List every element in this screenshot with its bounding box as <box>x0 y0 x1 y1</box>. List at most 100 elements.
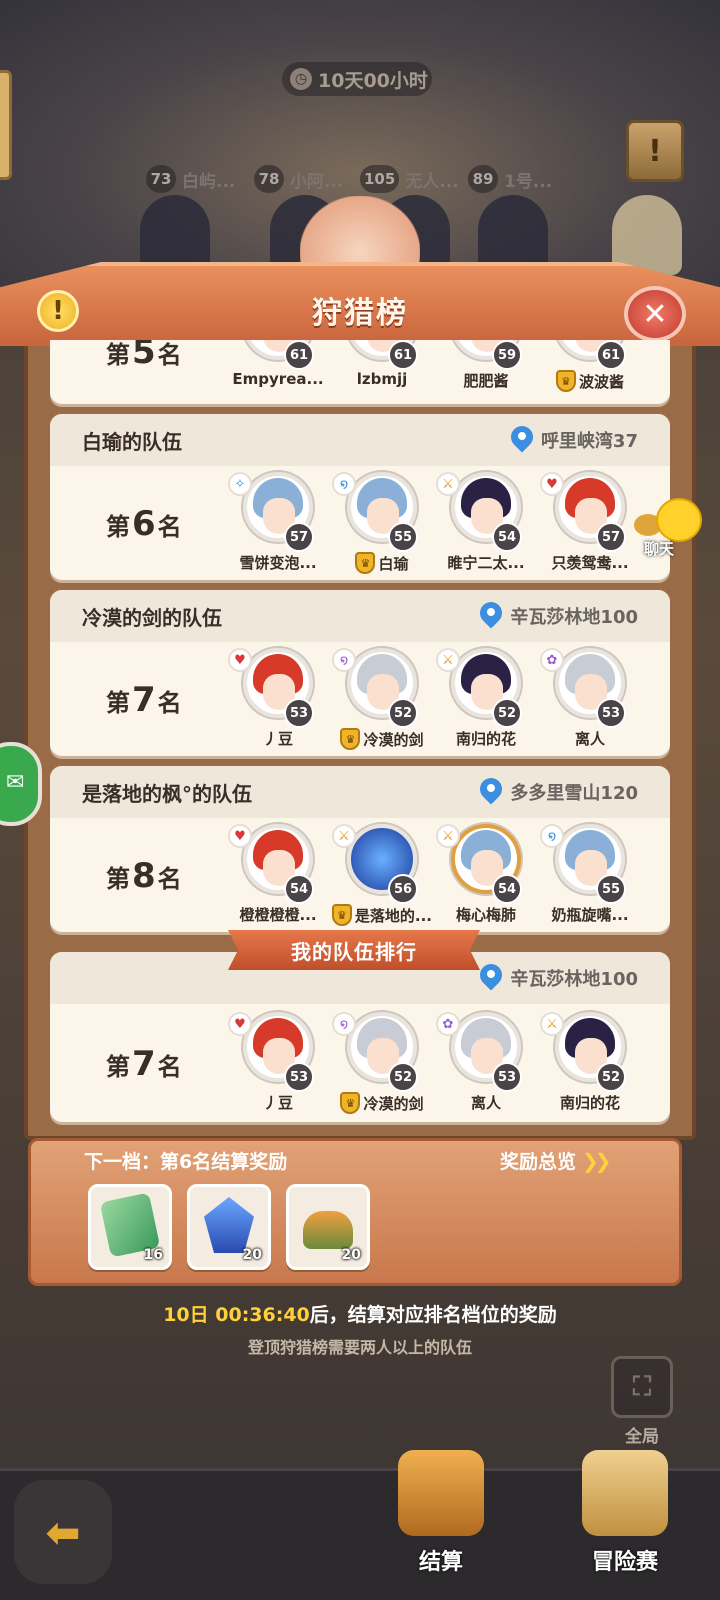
chest-icon <box>398 1450 484 1536</box>
team-member[interactable]: ✿ 53 离人 <box>436 1012 536 1113</box>
member-name-text: 是落地的... <box>354 906 432 925</box>
class-icon: ♥ <box>540 472 564 496</box>
class-icon: ⚔ <box>436 472 460 496</box>
level-badge: 57 <box>596 522 626 552</box>
close-button[interactable]: ✕ <box>624 286 686 342</box>
level-badge: 61 <box>596 340 626 370</box>
rank-label: 第8名 <box>106 856 182 896</box>
member-name: ♛ 波波酱 <box>540 370 640 392</box>
team-member[interactable]: ♥ 57 只羡鸳鸯... <box>540 472 640 573</box>
close-icon: ✕ <box>642 296 668 332</box>
team-member[interactable]: ⚔ 52 南归的花 <box>540 1012 640 1113</box>
adventure-race-tab[interactable]: 冒险赛 <box>560 1450 690 1590</box>
member-name-text: 只羡鸳鸯... <box>551 554 629 572</box>
level-badge: 53 <box>284 1062 314 1092</box>
item-quantity: 20 <box>341 1247 361 1263</box>
settlement-time: 10日 00:36:40 <box>163 1304 310 1326</box>
back-button[interactable]: ⬅ <box>14 1480 112 1584</box>
rank-label: 第5名 <box>106 340 182 372</box>
team-card[interactable]: 是落地的枫°的队伍 多多里雪山120 第8名 ♥ 54 橙橙橙橙... ⚔ 56… <box>50 766 670 932</box>
team-card[interactable]: 白瑜的队伍 呼里峡湾37 第6名 ✧ 57 雪饼变泡... ໑ 55 ♛ 白瑜 ⚔… <box>50 414 670 580</box>
member-name: 奶瓶旋嘴... <box>540 904 640 925</box>
team-leader-icon: ♛ <box>555 370 576 392</box>
class-icon: ✿ <box>540 648 564 672</box>
rank-label: 第7名 <box>106 680 182 720</box>
level-badge: 52 <box>596 1062 626 1092</box>
team-member[interactable]: 61 lzbmjj <box>332 340 432 388</box>
location-text: 呼里峡湾37 <box>540 431 638 452</box>
rank-suffix: 名 <box>157 689 182 717</box>
member-name-text: 离人 <box>574 730 605 748</box>
left-side-tab[interactable] <box>0 70 12 180</box>
team-member[interactable]: ♥ 54 橙橙橙橙... <box>228 824 328 925</box>
reward-item[interactable]: 20 <box>286 1184 370 1270</box>
global-view-button[interactable]: ⛶ 全局 <box>608 1356 676 1447</box>
wechat-icon: ✉ <box>6 770 25 795</box>
my-team-card[interactable]: 辛瓦莎林地100 第7名 ♥ 53 丿豆 ໑ 52 ♛ 冷漠的剑 ✿ 53 离人 … <box>50 952 670 1122</box>
team-member[interactable]: ໑ 55 ♛ 白瑜 <box>332 472 432 574</box>
team-member[interactable]: ໑ 52 ♛ 冷漠的剑 <box>332 1012 432 1114</box>
member-name: ♛ 是落地的... <box>332 904 432 926</box>
team-name: 是落地的枫°的队伍 <box>82 781 252 806</box>
team-member[interactable]: ⚔ 54 梅心梅肺 <box>436 824 536 925</box>
level-badge: 53 <box>492 1062 522 1092</box>
team-member[interactable]: ⚔ 56 ♛ 是落地的... <box>332 824 432 926</box>
ranking-list[interactable]: 第5名 61 Empyrea... 61 lzbmjj 59 肥肥酱 61 ♛ 波… <box>50 340 670 940</box>
member-name: ♛ 白瑜 <box>332 552 432 574</box>
global-label: 全局 <box>625 1427 659 1447</box>
wechat-button[interactable]: ✉ <box>0 742 42 826</box>
team-leader-icon: ♛ <box>355 552 376 574</box>
clock-icon: ◷ <box>290 68 312 90</box>
item-quantity: 20 <box>242 1247 262 1263</box>
class-icon: ⚔ <box>436 824 460 848</box>
member-name: lzbmjj <box>332 370 432 388</box>
member-name: 只羡鸳鸯... <box>540 552 640 573</box>
team-leader-icon: ♛ <box>340 728 361 750</box>
team-member[interactable]: ✿ 53 离人 <box>540 648 640 749</box>
exclamation-icon: ! <box>52 296 64 326</box>
team-member[interactable]: ♥ 53 丿豆 <box>228 1012 328 1113</box>
settlement-text: 后，结算对应排名档位的奖励 <box>309 1304 557 1326</box>
quest-scroll-button[interactable]: ! <box>626 120 684 182</box>
team-card[interactable]: 冷漠的剑的队伍 辛瓦莎林地100 第7名 ♥ 53 丿豆 ໑ 52 ♛ 冷漠的剑 … <box>50 590 670 756</box>
level-badge: 61 <box>388 340 418 370</box>
settle-tab[interactable]: 结算 <box>376 1450 506 1590</box>
team-member[interactable]: ໑ 52 ♛ 冷漠的剑 <box>332 648 432 750</box>
back-arrow-icon: ⬅ <box>45 1507 81 1557</box>
rank-number: 5 <box>132 340 156 372</box>
class-icon: ໑ <box>332 648 356 672</box>
smiley-icon <box>656 498 702 542</box>
team-member[interactable]: ⚔ 54 睢宁二太... <box>436 472 536 573</box>
team-card-header: 白瑜的队伍 呼里峡湾37 <box>50 414 670 466</box>
member-name-text: 南归的花 <box>559 1094 620 1112</box>
location-text: 辛瓦莎林地100 <box>510 969 638 990</box>
rank-prefix: 第 <box>106 689 130 717</box>
team-card-header: 冷漠的剑的队伍 辛瓦莎林地100 <box>50 590 670 642</box>
adventure-label: 冒险赛 <box>591 1550 658 1575</box>
team-member[interactable]: 59 肥肥酱 <box>436 340 536 391</box>
member-name-text: lzbmjj <box>356 370 408 388</box>
team-card[interactable]: 第5名 61 Empyrea... 61 lzbmjj 59 肥肥酱 61 ♛ 波… <box>50 340 670 404</box>
reward-overview-link[interactable]: 奖励总览 ❯❯ <box>500 1147 611 1174</box>
team-member[interactable]: ♥ 53 丿豆 <box>228 648 328 749</box>
location-text: 辛瓦莎林地100 <box>510 607 638 628</box>
reward-item[interactable]: 16 <box>88 1184 172 1270</box>
team-member[interactable]: 61 ♛ 波波酱 <box>540 340 640 392</box>
member-name: 雪饼变泡... <box>228 552 328 573</box>
member-name: 南归的花 <box>436 728 536 749</box>
team-member[interactable]: ໑ 55 奶瓶旋嘴... <box>540 824 640 925</box>
rank-number: 6 <box>132 504 156 544</box>
chat-button[interactable]: 聊天 <box>634 498 704 562</box>
reward-item[interactable]: 20 <box>187 1184 271 1270</box>
team-member[interactable]: 61 Empyrea... <box>228 340 328 388</box>
next-tier-label: 下一档：第6名结算奖励 <box>84 1151 288 1173</box>
location-pin-icon <box>480 778 502 806</box>
team-member[interactable]: ⚔ 52 南归的花 <box>436 648 536 749</box>
class-icon: ໑ <box>332 472 356 496</box>
my-team-banner: 我的队伍排行 <box>228 930 480 970</box>
location-pin-icon <box>480 964 502 992</box>
info-button[interactable]: ! <box>37 290 79 332</box>
member-name: 丿豆 <box>228 728 328 749</box>
team-member[interactable]: ✧ 57 雪饼变泡... <box>228 472 328 573</box>
rank-prefix: 第 <box>106 1053 130 1081</box>
